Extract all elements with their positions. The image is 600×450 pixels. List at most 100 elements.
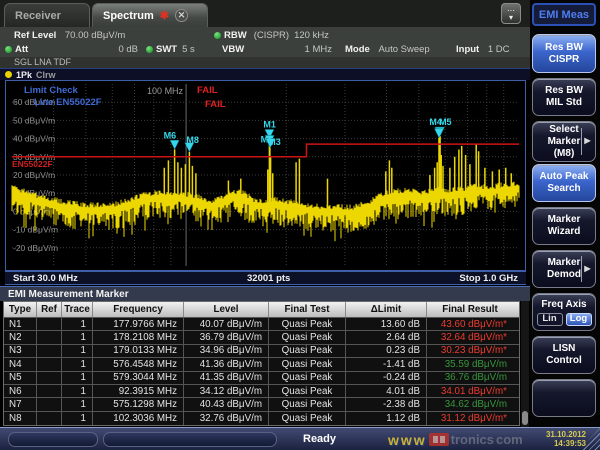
cell-delta_limit: 13.60 dB bbox=[346, 318, 427, 330]
column-header-frequency: Frequency bbox=[93, 302, 184, 317]
softkey-label: Marker bbox=[548, 257, 581, 269]
cell-final_result: 34.62 dBμV/m bbox=[427, 398, 513, 410]
cell-ref bbox=[37, 398, 62, 410]
trace-info-bar[interactable]: 1Pk Clrw bbox=[0, 68, 530, 80]
marker-triangle-m6[interactable] bbox=[170, 140, 179, 149]
tab-spectrum[interactable]: Spectrum ✱ ✕ bbox=[92, 3, 208, 27]
tab-receiver[interactable]: Receiver bbox=[4, 3, 90, 27]
table-row[interactable]: N8 1102.3036 MHz32.76 dBμV/mQuasi Peak1.1… bbox=[4, 412, 519, 425]
freq-axis-log-toggle[interactable]: Log bbox=[566, 313, 592, 326]
submenu-arrow-icon: ▶ bbox=[581, 128, 593, 155]
close-icon[interactable]: ✕ bbox=[175, 9, 188, 22]
display-select-icon[interactable]: ⋯ ▾ bbox=[501, 3, 521, 24]
cell-final_test: Quasi Peak bbox=[269, 345, 346, 357]
scrollbar-thumb[interactable] bbox=[522, 411, 528, 425]
softkey-label: Search bbox=[547, 183, 580, 195]
mode-field[interactable]: Mode Auto Sweep bbox=[345, 44, 430, 55]
input-field[interactable]: Input 1 DC bbox=[456, 44, 510, 55]
cell-type: N2 bbox=[4, 331, 37, 343]
statusbar-button-2[interactable] bbox=[103, 432, 277, 447]
marker-triangle-m7[interactable] bbox=[435, 129, 444, 138]
res-bw-mil-std-button[interactable]: Res BWMIL Std bbox=[532, 78, 596, 116]
auto-peak-search-button[interactable]: Auto PeakSearch bbox=[532, 164, 596, 202]
limit-check-title: Limit Check bbox=[24, 85, 78, 96]
lisn-control-button[interactable]: LISNControl bbox=[532, 336, 596, 374]
rbw-field[interactable]: RBW (CISPR) 120 kHz bbox=[214, 30, 530, 41]
softkey-sidebar: EMI Meas Res BWCISPRRes BWMIL StdSelectM… bbox=[530, 0, 600, 427]
table-row[interactable]: N41576.4548 MHz41.36 dBμV/mQuasi Peak-1.… bbox=[4, 358, 519, 371]
freq-axis-lin-toggle[interactable]: Lin bbox=[537, 313, 563, 326]
softkey-label: CISPR bbox=[549, 54, 580, 66]
instrument-screen: Receiver Spectrum ✱ ✕ ⋯ ▾ Ref Level 70.0… bbox=[0, 0, 600, 450]
cell-trace: 1 bbox=[62, 358, 93, 370]
cell-frequency: 102.3036 MHz bbox=[93, 412, 184, 425]
table-row[interactable]: N11177.9766 MHz40.07 dBμV/mQuasi Peak13.… bbox=[4, 318, 519, 331]
table-row[interactable]: N71575.1298 MHz40.43 dBμV/mQuasi Peak-2.… bbox=[4, 398, 519, 411]
settings-header: Ref Level 70.00 dBμV/m RBW (CISPR) 120 k… bbox=[0, 27, 530, 57]
y-axis-label: 50 dBμV/m bbox=[13, 115, 55, 125]
empty-softkey[interactable] bbox=[532, 379, 596, 417]
cell-type: N3 bbox=[4, 345, 37, 357]
cell-final_result: 35.59 dBμV/m bbox=[427, 358, 513, 370]
res-bw-cispr-button[interactable]: Res BWCISPR bbox=[532, 34, 596, 73]
marker-wizard-button[interactable]: MarkerWizard bbox=[532, 207, 596, 245]
att-led-icon bbox=[5, 46, 12, 53]
cell-level: 36.79 dBμV/m bbox=[184, 331, 269, 343]
softkey-label: Marker bbox=[548, 136, 581, 148]
column-header--limit: ΔLimit bbox=[346, 302, 427, 317]
table-row[interactable]: N31179.0133 MHz34.96 dBμV/mQuasi Peak0.2… bbox=[4, 345, 519, 358]
cell-type: N7 bbox=[4, 398, 37, 410]
cell-final_test: Quasi Peak bbox=[269, 385, 346, 397]
table-row[interactable]: N21178.2108 MHz36.79 dBμV/mQuasi Peak2.6… bbox=[4, 331, 519, 344]
ref-level-field[interactable]: Ref Level 70.00 dBμV/m bbox=[14, 30, 125, 41]
cell-frequency: 579.3044 MHz bbox=[93, 372, 184, 384]
table-row[interactable]: N6192.3915 MHz34.12 dBμV/mQuasi Peak4.01… bbox=[4, 385, 519, 398]
cell-frequency: 179.0133 MHz bbox=[93, 345, 184, 357]
statusbar-button-1[interactable] bbox=[8, 432, 98, 447]
vbw-label[interactable]: VBW bbox=[222, 44, 244, 55]
modified-star-icon: ✱ bbox=[160, 9, 169, 22]
cell-ref bbox=[37, 385, 62, 397]
table-scrollbar[interactable] bbox=[521, 301, 529, 427]
freq-axis-label: Freq Axis bbox=[541, 299, 586, 311]
watermark-middle: tronics bbox=[451, 432, 494, 447]
input-label: Input bbox=[456, 44, 479, 55]
swt-value: 5 s bbox=[182, 44, 195, 55]
sweep-points: 32001 pts bbox=[247, 273, 290, 284]
cell-trace: 1 bbox=[62, 412, 93, 425]
cell-delta_limit: 1.12 dB bbox=[346, 412, 427, 425]
select-marker-button[interactable]: SelectMarker(M8)▶ bbox=[532, 121, 596, 162]
cell-level: 32.76 dBμV/m bbox=[184, 412, 269, 425]
cell-ref bbox=[37, 372, 62, 384]
marker-label-m6: M6 bbox=[164, 130, 177, 140]
spectrum-plot[interactable]: 100 MHz60 dBμV/m50 dBμV/m40 dBμV/m30 dBμ… bbox=[6, 81, 525, 270]
column-header-type: Type bbox=[4, 302, 37, 317]
softkey-label: (M8) bbox=[554, 148, 575, 160]
table-row[interactable]: N51579.3044 MHz41.35 dBμV/mQuasi Peak-0.… bbox=[4, 372, 519, 385]
cell-final_result: 30.23 dBμV/m* bbox=[427, 345, 513, 357]
freq-axis-button[interactable]: Freq Axis LinLog bbox=[532, 293, 596, 331]
spectrum-diagram[interactable]: 100 MHz60 dBμV/m50 dBμV/m40 dBμV/m30 dBμ… bbox=[5, 80, 526, 271]
cell-level: 40.07 dBμV/m bbox=[184, 318, 269, 330]
cell-ref bbox=[37, 358, 62, 370]
y-axis-label: 40 dBμV/m bbox=[13, 134, 55, 144]
cell-final_test: Quasi Peak bbox=[269, 412, 346, 425]
rbw-label: RBW bbox=[224, 30, 247, 41]
cell-type: N4 bbox=[4, 358, 37, 370]
watermark: www tronics com bbox=[388, 428, 523, 450]
att-field[interactable]: Att bbox=[5, 44, 28, 55]
swt-field[interactable]: SWT 5 s bbox=[146, 44, 195, 55]
y-axis-label: -10 dBμV/m bbox=[13, 225, 58, 235]
cell-ref bbox=[37, 331, 62, 343]
cell-ref bbox=[37, 412, 62, 425]
softkey-label: Wizard bbox=[548, 226, 581, 238]
cell-delta_limit: -0.24 dB bbox=[346, 372, 427, 384]
start-frequency: Start 30.0 MHz bbox=[13, 273, 78, 284]
cell-type: N8 bbox=[4, 412, 37, 425]
cell-delta_limit: -1.41 dB bbox=[346, 358, 427, 370]
trace-label: 1Pk bbox=[16, 70, 32, 80]
cell-final_result: 36.76 dBμV/m bbox=[427, 372, 513, 384]
att-label: Att bbox=[15, 44, 28, 55]
marker-demod-button[interactable]: MarkerDemod▶ bbox=[532, 250, 596, 288]
date: 31.10.2012 bbox=[546, 430, 586, 439]
